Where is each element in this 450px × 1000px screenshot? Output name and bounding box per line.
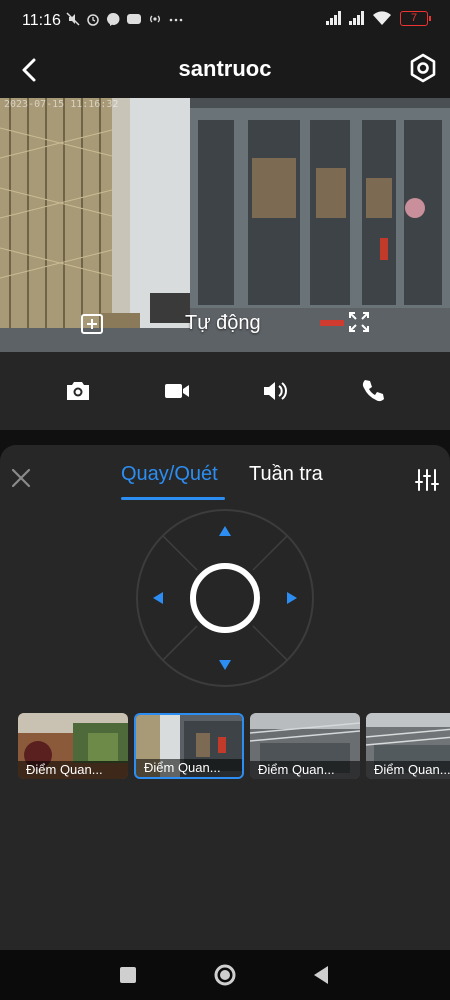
status-bar: 11:16 7: [0, 0, 450, 42]
messenger-icon: [106, 12, 120, 26]
close-icon[interactable]: [8, 465, 34, 491]
stream-mode-selector[interactable]: Tự động: [185, 312, 261, 335]
video-overlay-controls: Tự động: [0, 302, 450, 352]
camera-controls-bar: [0, 352, 450, 430]
video-timestamp: 2023-07-15 11:16:32: [4, 99, 119, 110]
signal-icon: [326, 11, 341, 25]
recent-apps-icon[interactable]: [115, 962, 141, 988]
preset-item[interactable]: Điểm Quan...: [366, 713, 450, 779]
page-title: santruoc: [178, 56, 272, 81]
preset-label: Điểm Quan...: [136, 759, 242, 777]
hotspot-icon: [150, 15, 160, 23]
preset-label: Điểm Quan...: [18, 761, 128, 779]
sliders-icon[interactable]: [414, 467, 440, 493]
ptz-control-panel: Quay/Quét Tuần tra Điểm Quan... Điểm Qua: [0, 445, 450, 950]
camera-screen: 11:16 7 santruoc 2023-07-15 11:16:32 Tự …: [0, 0, 450, 1000]
signal-icon: [349, 11, 364, 25]
preset-item-selected[interactable]: Điểm Quan...: [134, 713, 244, 779]
status-time: 11:16: [22, 12, 61, 29]
more-icon: [169, 18, 183, 22]
video-record-icon[interactable]: [162, 376, 192, 406]
fullscreen-icon[interactable]: [347, 310, 371, 334]
wifi-icon: [373, 11, 391, 25]
speaker-icon[interactable]: [260, 376, 290, 406]
tab-pan-tilt[interactable]: Quay/Quét: [121, 463, 218, 486]
home-icon[interactable]: [212, 962, 238, 988]
tab-patrol[interactable]: Tuần tra: [249, 463, 323, 486]
preset-label: Điểm Quan...: [250, 761, 360, 779]
split-screen-icon[interactable]: [80, 312, 104, 336]
app-header: santruoc: [0, 42, 450, 98]
alarm-icon: [87, 14, 99, 26]
preset-label: Điểm Quan...: [366, 761, 450, 779]
status-system-icons: 7: [326, 10, 431, 26]
preset-item[interactable]: Điểm Quan...: [250, 713, 360, 779]
active-tab-indicator: [121, 497, 225, 500]
status-notification-icons: [66, 12, 184, 26]
ptz-joystick[interactable]: [135, 508, 315, 688]
preset-points-strip: Điểm Quan... Điểm Quan... Điểm Quan... Đ…: [0, 713, 450, 783]
phone-icon[interactable]: [358, 376, 388, 406]
system-nav-bar: [0, 950, 450, 1000]
camera-video-feed[interactable]: 2023-07-15 11:16:32 Tự động: [0, 98, 450, 352]
preset-item[interactable]: Điểm Quan...: [18, 713, 128, 779]
camera-icon[interactable]: [63, 376, 93, 406]
hex-settings-icon[interactable]: [408, 52, 438, 86]
zalo-icon: [127, 14, 141, 24]
mute-icon: [66, 12, 80, 26]
battery-icon: 7: [400, 10, 431, 26]
back-icon[interactable]: [309, 962, 335, 988]
